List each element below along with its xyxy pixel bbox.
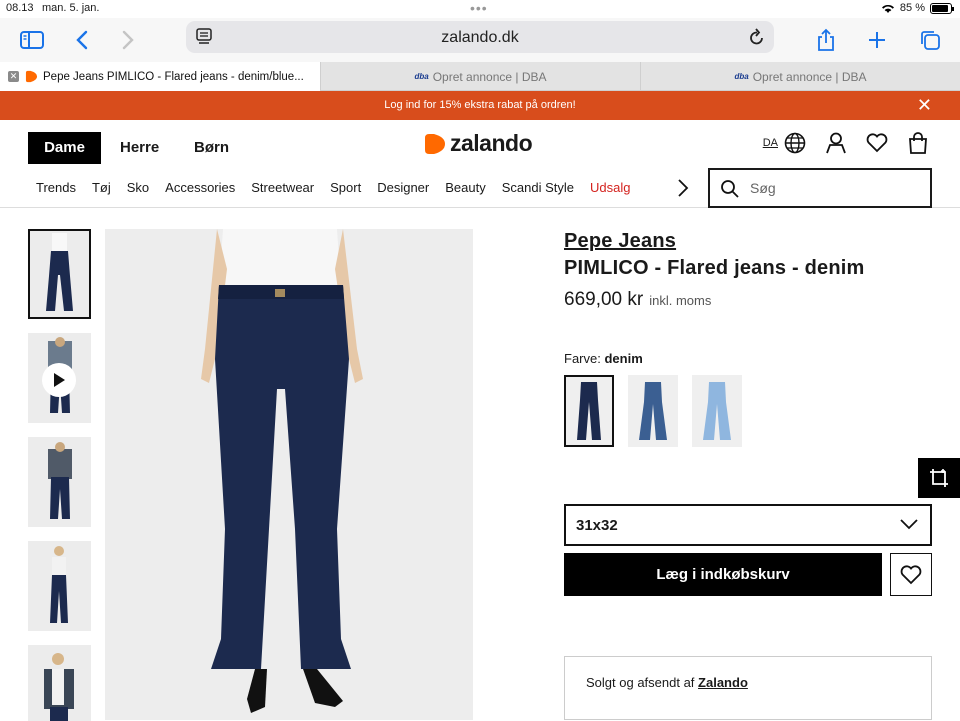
swatch-denim-light[interactable]: [692, 375, 742, 447]
tab-title: Opret annonce | DBA: [752, 69, 867, 84]
color-value: denim: [604, 351, 643, 366]
play-video-icon[interactable]: [42, 363, 76, 397]
swatch-denim-mid[interactable]: [628, 375, 678, 447]
forward-icon[interactable]: [114, 26, 142, 54]
logo-text: zalando: [450, 130, 533, 156]
swatch-jeans: [577, 382, 601, 440]
nav-item-accessories[interactable]: Accessories: [165, 180, 235, 195]
size-select[interactable]: 31x32: [564, 504, 932, 546]
dba-favicon-icon: dba: [734, 72, 749, 81]
close-icon[interactable]: ✕: [917, 91, 932, 120]
tab-dba-2[interactable]: dba Opret annonce | DBA: [640, 62, 960, 91]
language-code: DA: [762, 137, 778, 149]
status-bar: 08.13 man. 5. jan. ••• 85 %: [0, 0, 960, 18]
nav-item-designer[interactable]: Designer: [377, 180, 429, 195]
gender-tab-dame[interactable]: Dame: [28, 132, 101, 164]
add-to-wishlist-button[interactable]: [890, 553, 932, 596]
nav-item-sport[interactable]: Sport: [330, 180, 361, 195]
price: 669,00 kr inkl. moms: [564, 289, 932, 311]
zalando-logo-icon: [425, 133, 445, 154]
nav-item-toj[interactable]: Tøj: [92, 180, 111, 195]
gender-tab-herre[interactable]: Herre: [104, 132, 175, 164]
search-input[interactable]: Søg: [708, 168, 932, 208]
reload-icon[interactable]: [748, 27, 766, 52]
wifi-icon: [881, 4, 894, 13]
thumbnail-3[interactable]: [28, 437, 91, 527]
search-icon: [721, 180, 739, 198]
nav-item-beauty[interactable]: Beauty: [445, 180, 485, 195]
color-swatches: [564, 375, 742, 447]
nav-item-streetwear[interactable]: Streetwear: [251, 180, 314, 195]
wishlist-heart-icon[interactable]: [866, 133, 888, 153]
tab-overview-icon[interactable]: [916, 26, 944, 54]
date: man. 5. jan.: [42, 2, 100, 14]
new-tab-icon[interactable]: [863, 26, 891, 54]
chevron-down-icon: [900, 519, 918, 530]
zalando-favicon-icon: [25, 70, 38, 83]
sidebar-icon[interactable]: [18, 26, 46, 54]
vat-note: inkl. moms: [649, 293, 712, 308]
brand-link[interactable]: Pepe Jeans: [564, 230, 932, 253]
color-label: Farve: denim: [564, 351, 643, 366]
tab-title: Opret annonce | DBA: [432, 69, 547, 84]
dba-favicon-icon: dba: [414, 72, 429, 81]
tab-zalando[interactable]: ✕ Pepe Jeans PIMLICO - Flared jeans - de…: [0, 62, 320, 91]
search-placeholder: Søg: [750, 180, 776, 196]
nav-scroll-right-icon[interactable]: [676, 178, 690, 198]
site-header: Dame Herre Børn zalando DA Trends Tøj Sk…: [0, 120, 960, 208]
shopping-bag-icon[interactable]: [908, 132, 928, 154]
account-icon[interactable]: [826, 132, 846, 154]
heart-icon: [900, 564, 922, 584]
promo-text: Log ind for 15% ekstra rabat på ordren!: [384, 99, 576, 111]
floating-crop-button[interactable]: [918, 458, 960, 498]
clock: 08.13: [6, 2, 34, 14]
tab-strip: ✕ Pepe Jeans PIMLICO - Flared jeans - de…: [0, 62, 960, 91]
thumbnail-2-video[interactable]: [28, 333, 91, 423]
multitasking-dots-icon[interactable]: •••: [470, 0, 488, 16]
price-value: 669,00 kr: [564, 289, 644, 310]
battery-percent: 85 %: [899, 2, 925, 14]
product-main-image[interactable]: [105, 229, 473, 720]
nav-item-sko[interactable]: Sko: [127, 180, 149, 195]
address-bar[interactable]: zalando.dk: [186, 21, 774, 53]
nav-item-scandi-style[interactable]: Scandi Style: [502, 180, 574, 195]
size-value: 31x32: [576, 517, 618, 534]
promo-banner[interactable]: Log ind for 15% ekstra rabat på ordren! …: [0, 91, 960, 120]
header-actions: DA: [763, 132, 928, 154]
sold-by-box: Solgt og afsendt af Zalando: [564, 656, 932, 720]
back-icon[interactable]: [68, 26, 96, 54]
globe-icon: [784, 132, 806, 154]
close-tab-icon[interactable]: ✕: [8, 71, 19, 82]
thumbnail-1[interactable]: [28, 229, 91, 319]
nav-item-udsalg[interactable]: Udsalg: [590, 180, 630, 195]
swatch-denim-dark[interactable]: [564, 375, 614, 447]
thumbnail-4[interactable]: [28, 541, 91, 631]
nav-item-trends[interactable]: Trends: [36, 180, 76, 195]
tab-title: Pepe Jeans PIMLICO - Flared jeans - deni…: [43, 70, 304, 83]
url-text: zalando.dk: [441, 29, 519, 46]
product-title: PIMLICO - Flared jeans - denim: [564, 257, 865, 279]
gender-tab-born[interactable]: Børn: [178, 132, 245, 164]
tab-dba-1[interactable]: dba Opret annonce | DBA: [320, 62, 640, 91]
category-nav: Trends Tøj Sko Accessories Streetwear Sp…: [36, 180, 646, 195]
share-icon[interactable]: [812, 26, 840, 54]
sold-by-link[interactable]: Zalando: [698, 675, 748, 690]
sold-by-prefix: Solgt og afsendt af: [586, 675, 695, 690]
browser-toolbar: zalando.dk: [0, 18, 960, 62]
crop-icon: [930, 469, 948, 487]
add-to-cart-button[interactable]: Læg i indkøbskurv: [564, 553, 882, 596]
language-selector[interactable]: DA: [763, 132, 806, 154]
battery-icon: [930, 2, 954, 14]
zalando-logo[interactable]: zalando: [424, 130, 533, 157]
product-info: Pepe Jeans PIMLICO - Flared jeans - deni…: [564, 230, 932, 720]
color-label-text: Farve:: [564, 351, 601, 366]
thumbnail-5[interactable]: [28, 645, 91, 721]
